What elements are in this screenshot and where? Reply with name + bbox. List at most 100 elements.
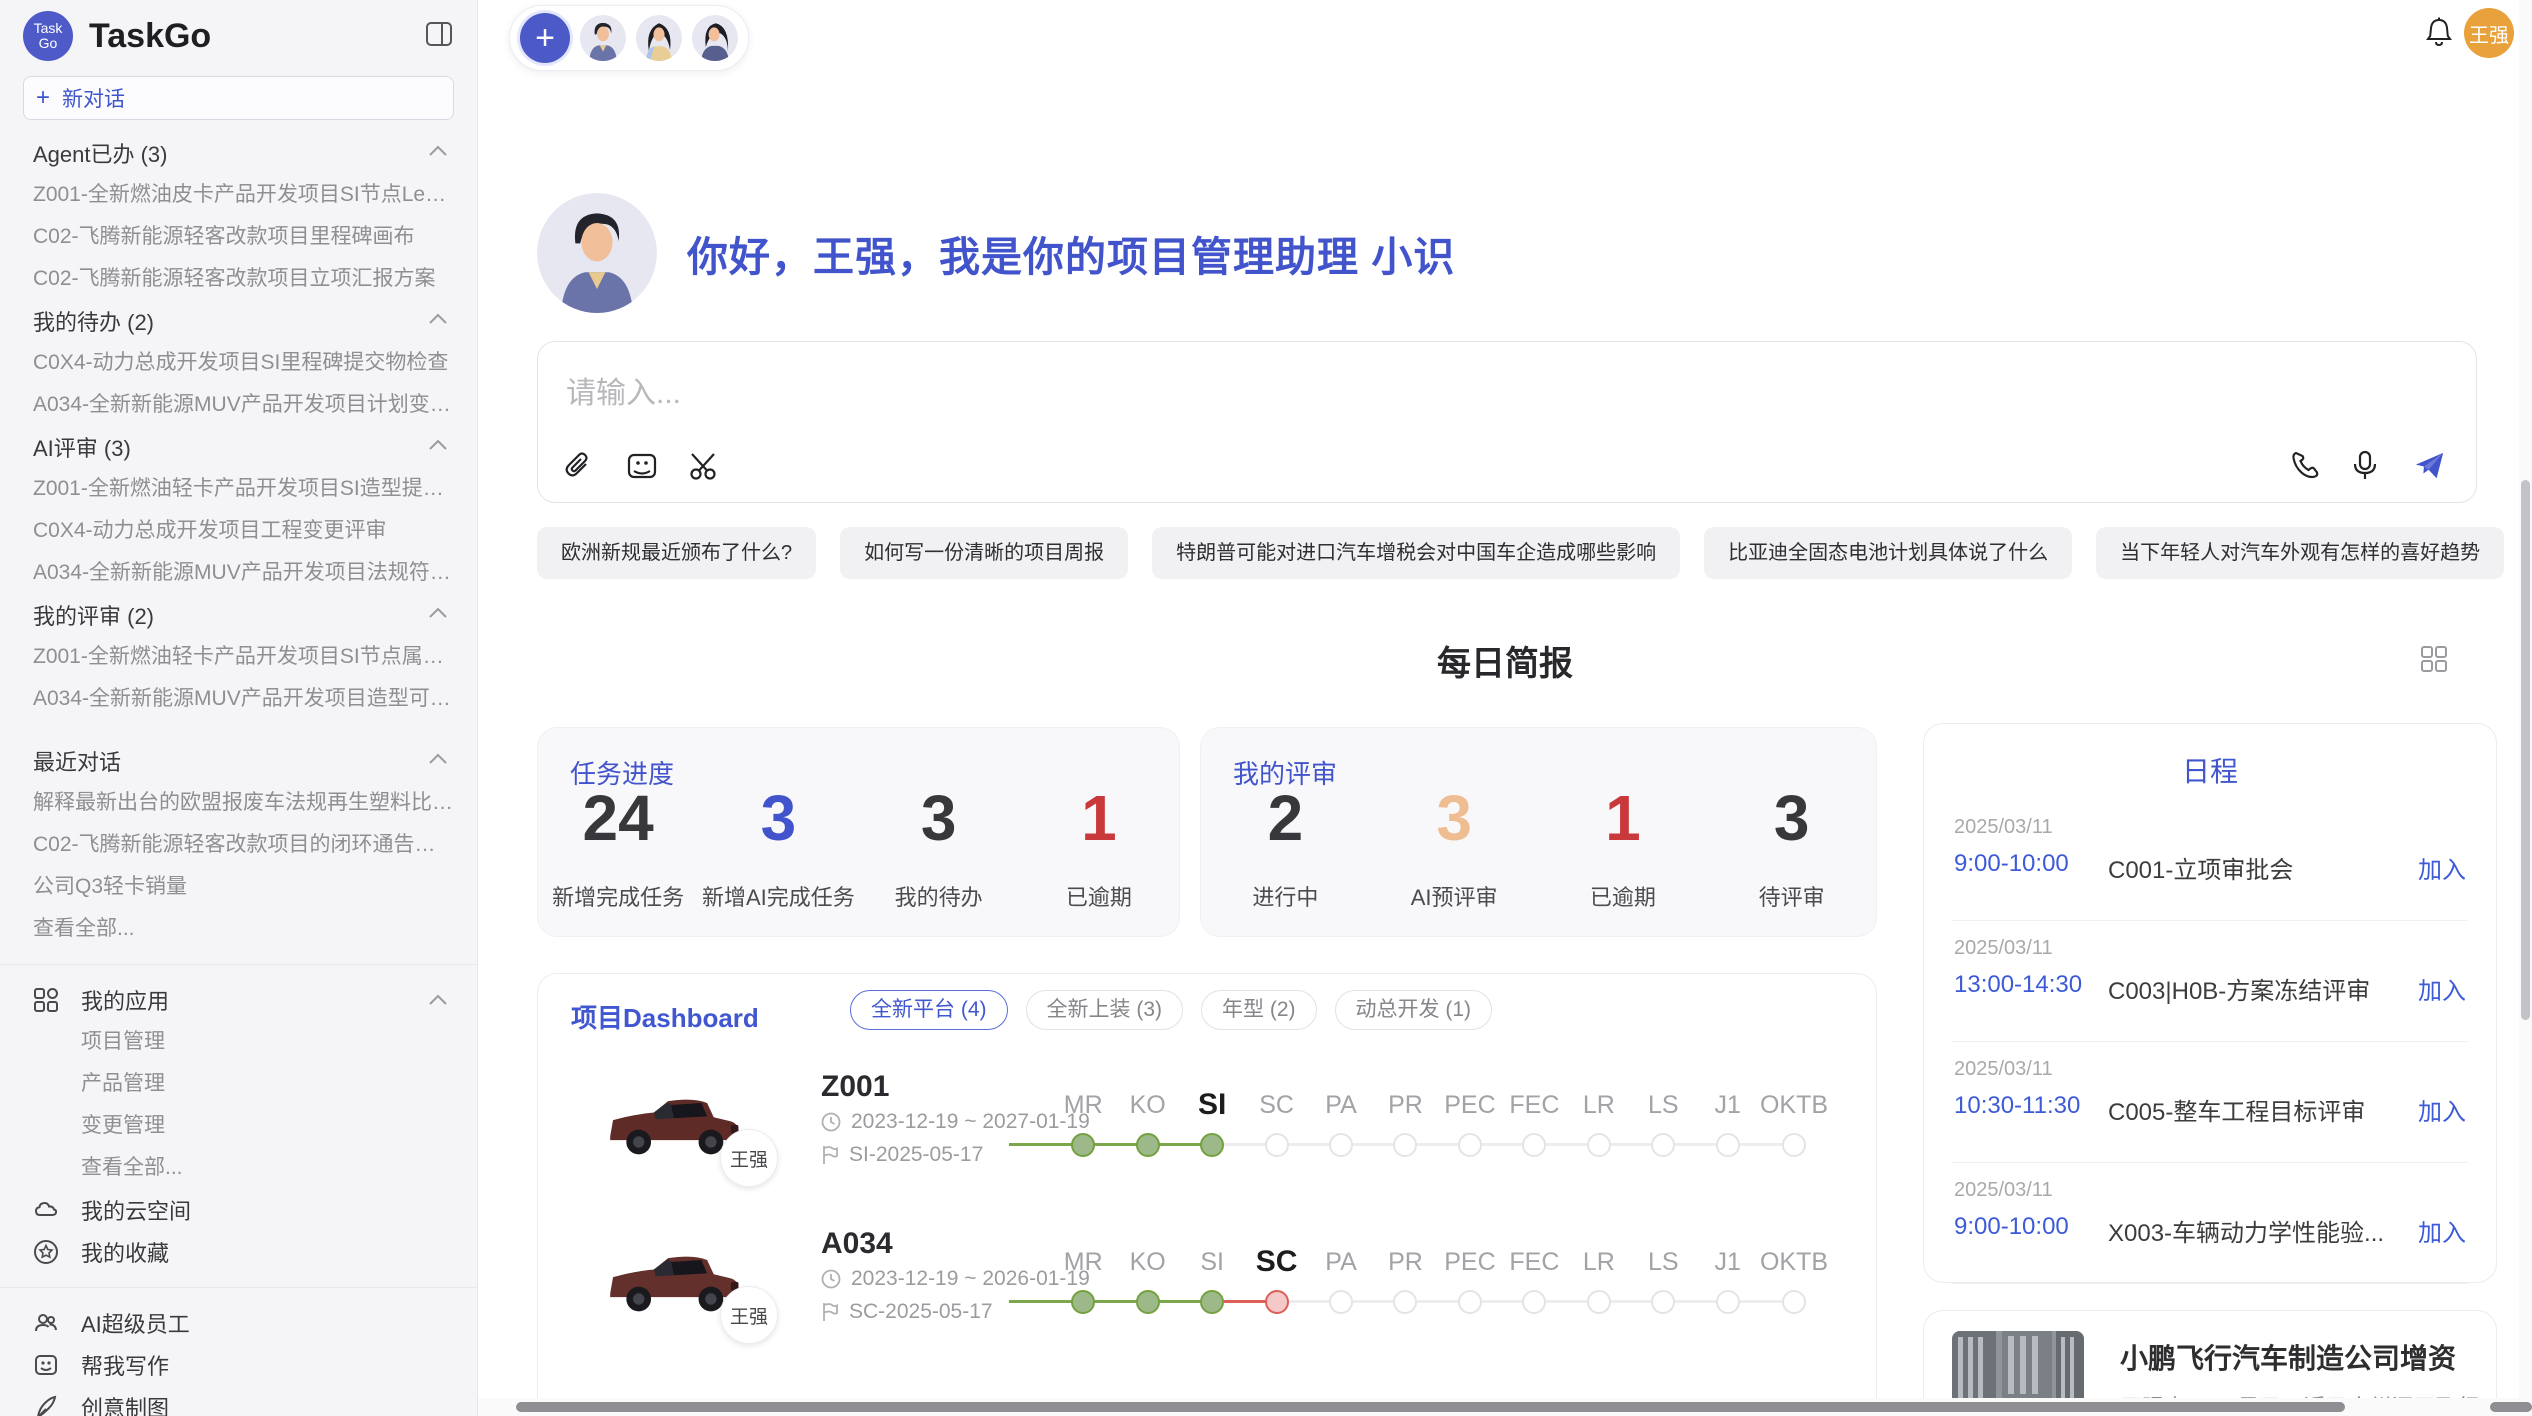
app-item-change-mgmt[interactable]: 变更管理 [23,1105,454,1147]
project-code[interactable]: Z001 [821,1070,889,1104]
section-recent-chats[interactable]: 最近对话 [23,740,454,782]
news-title[interactable]: 小鹏飞行汽车制造公司增资 [2120,1337,2456,1377]
app-item-project-mgmt[interactable]: 项目管理 [23,1021,454,1063]
conversation-item[interactable]: A034-全新新能源MUV产品开发项目造型可行性评审 [23,678,454,720]
recent-chats-view-all[interactable]: 查看全部... [23,908,454,950]
conversation-item[interactable]: C02-飞腾新能源轻客改款项目立项汇报方案 [23,258,454,300]
join-link[interactable]: 加入 [2418,971,2466,1006]
conversation-item[interactable]: Z001-全新燃油轻卡产品开发项目SI节点属性5D文件评审 [23,636,454,678]
ai-super-staff[interactable]: AI超级员工 [23,1302,454,1344]
schedule-card: 日程 2025/03/11 9:00-10:00 C001-立项审批会 加入 2… [1923,723,2497,1283]
tab-year-model[interactable]: 年型 (2) [1201,990,1317,1030]
milestone-label: SI [1180,1085,1244,1125]
milestone-dot [1136,1133,1160,1157]
composer-left-tools [564,450,720,482]
assistant-avatar-1[interactable] [580,15,626,61]
vertical-scrollbar-thumb[interactable] [2521,480,2530,1020]
join-link[interactable]: 加入 [2418,850,2466,885]
send-icon[interactable] [2414,450,2446,482]
tab-powertrain[interactable]: 动总开发 (1) [1335,990,1493,1030]
milestone-label: MR [1051,1242,1115,1282]
composer-right-tools [2290,450,2446,482]
milestone-label: MR [1051,1085,1115,1125]
conversation-item[interactable]: C02-飞腾新能源轻客改款项目里程碑画布 [23,216,454,258]
section-my-review[interactable]: 我的评审 (2) [23,594,454,636]
layout-grid-icon[interactable] [2420,645,2448,673]
section-agent-done[interactable]: Agent已办 (3) [23,132,454,174]
star-icon [33,1239,59,1265]
tab-new-body[interactable]: 全新上装 (3) [1026,990,1184,1030]
my-apps-section[interactable]: 我的应用 [23,979,454,1021]
suggestion-chip[interactable]: 特朗普可能对进口汽车增税会对中国车企造成哪些影响 [1152,527,1680,579]
stat: 24新增完成任务 [538,776,698,912]
phone-icon[interactable] [2290,450,2322,482]
sidebar-collapse-icon[interactable] [426,22,452,46]
user-avatar[interactable]: 王强 [2464,8,2514,58]
horizontal-scrollbar-thumb-right[interactable] [2490,1402,2532,1412]
recent-chat-item[interactable]: 公司Q3轻卡销量 [23,866,454,908]
milestone: MR [1051,1085,1115,1157]
session-switcher: + [509,5,749,71]
suggestion-chip[interactable]: 比亚迪全固态电池计划具体说了什么 [1704,527,2072,579]
recent-chat-item[interactable]: C02-飞腾新能源轻客改款项目的闭环通告反馈情况 [23,824,454,866]
my-cloud-space[interactable]: 我的云空间 [23,1189,454,1231]
milestone-label: KO [1115,1085,1179,1125]
event-name: C001-立项审批会 [2108,850,2293,885]
join-link[interactable]: 加入 [2418,1092,2466,1127]
add-session-button[interactable]: + [520,13,570,63]
image-icon[interactable] [626,450,658,482]
stat-value: 3 [698,776,858,860]
recent-chat-item[interactable]: 解释最新出台的欧盟报废车法规再生塑料比例被调至15%... [23,782,454,824]
chat-input[interactable]: 请输入... [537,341,2477,503]
conversation-item[interactable]: C0X4-动力总成开发项目工程变更评审 [23,510,454,552]
milestone-label: LR [1567,1242,1631,1282]
conversation-item[interactable]: Z001-全新燃油皮卡产品开发项目SI节点Lesson Learn报告 [23,174,454,216]
suggestion-chip[interactable]: 欧洲新规最近颁布了什么? [537,527,816,579]
vertical-scrollbar[interactable] [2519,0,2532,1398]
event-name: C003|H0B-方案冻结评审 [2108,971,2370,1006]
milestone: KO [1115,1085,1179,1157]
help-me-write[interactable]: 帮我写作 [23,1344,454,1386]
milestone-timeline: MR KO SI SC PA PR PEC FEC LR LS J1 OKTB [1051,1242,1828,1314]
project-flag-text: SC-2025-05-17 [849,1300,993,1324]
photo-icon [33,1352,59,1378]
tab-new-platform[interactable]: 全新平台 (4) [850,990,1008,1030]
milestone-dot [1651,1290,1675,1314]
clock-icon [821,1269,841,1289]
new-chat-button[interactable]: + 新对话 [23,76,454,120]
suggestion-chip[interactable]: 如何写一份清晰的项目周报 [840,527,1128,579]
section-ai-review[interactable]: AI评审 (3) [23,426,454,468]
conversation-item[interactable]: C0X4-动力总成开发项目SI里程碑提交物检查 [23,342,454,384]
bell-icon[interactable] [2424,16,2454,48]
horizontal-scrollbar[interactable] [478,1398,2532,1416]
milestone-label: FEC [1502,1085,1566,1125]
milestone-label: SC [1244,1242,1308,1282]
milestone-label: J1 [1696,1085,1760,1125]
conversation-item[interactable]: Z001-全新燃油轻卡产品开发项目SI造型提交物评审 [23,468,454,510]
conversation-item[interactable]: A034-全新新能源MUV产品开发项目法规符合性评审 [23,552,454,594]
horizontal-scrollbar-thumb[interactable] [516,1402,2345,1412]
assistant-avatar-2[interactable] [636,15,682,61]
milestone-label: PEC [1438,1085,1502,1125]
app-title: TaskGo [89,17,211,56]
creative-drawing[interactable]: 创意制图 [23,1386,454,1416]
project-code[interactable]: A034 [821,1227,893,1261]
suggestion-chip[interactable]: 当下年轻人对汽车外观有怎样的喜好趋势 [2096,527,2504,579]
scissors-icon[interactable] [688,450,720,482]
mic-icon[interactable] [2352,450,2384,482]
join-link[interactable]: 加入 [2418,1213,2466,1248]
stat-value: 3 [859,776,1019,860]
section-my-todo[interactable]: 我的待办 (2) [23,300,454,342]
apps-view-all[interactable]: 查看全部... [23,1147,454,1189]
assistant-avatar-large [537,193,657,313]
app-item-product-mgmt[interactable]: 产品管理 [23,1063,454,1105]
stat-value: 24 [538,776,698,860]
assistant-avatar-3[interactable] [692,15,738,61]
paperclip-icon[interactable] [564,450,596,482]
input-placeholder: 请输入... [566,368,681,412]
conversation-item[interactable]: A034-全新新能源MUV产品开发项目计划变更表编写 [23,384,454,426]
pen-icon [33,1394,59,1416]
my-favorites[interactable]: 我的收藏 [23,1231,454,1273]
stat-value: 2 [1201,776,1370,860]
stat-label: 已逾期 [1539,880,1708,912]
